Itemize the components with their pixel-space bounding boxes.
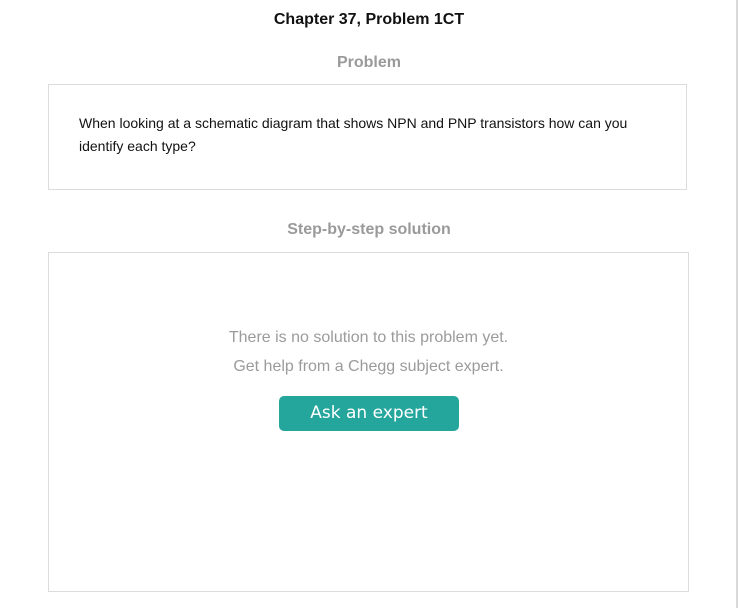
solution-card: There is no solution to this problem yet… — [48, 252, 689, 592]
no-solution-message: There is no solution to this problem yet… — [228, 329, 509, 346]
expert-help-message: Get help from a Chegg subject expert. — [233, 358, 504, 375]
solution-heading: Step-by-step solution — [287, 221, 451, 238]
problem-text: When looking at a schematic diagram that… — [79, 115, 628, 154]
ask-an-expert-button[interactable]: Ask an expert — [279, 396, 459, 431]
page-title: Chapter 37, Problem 1CT — [273, 11, 465, 28]
problem-card: When looking at a schematic diagram that… — [48, 84, 687, 190]
problem-heading: Problem — [336, 54, 401, 71]
